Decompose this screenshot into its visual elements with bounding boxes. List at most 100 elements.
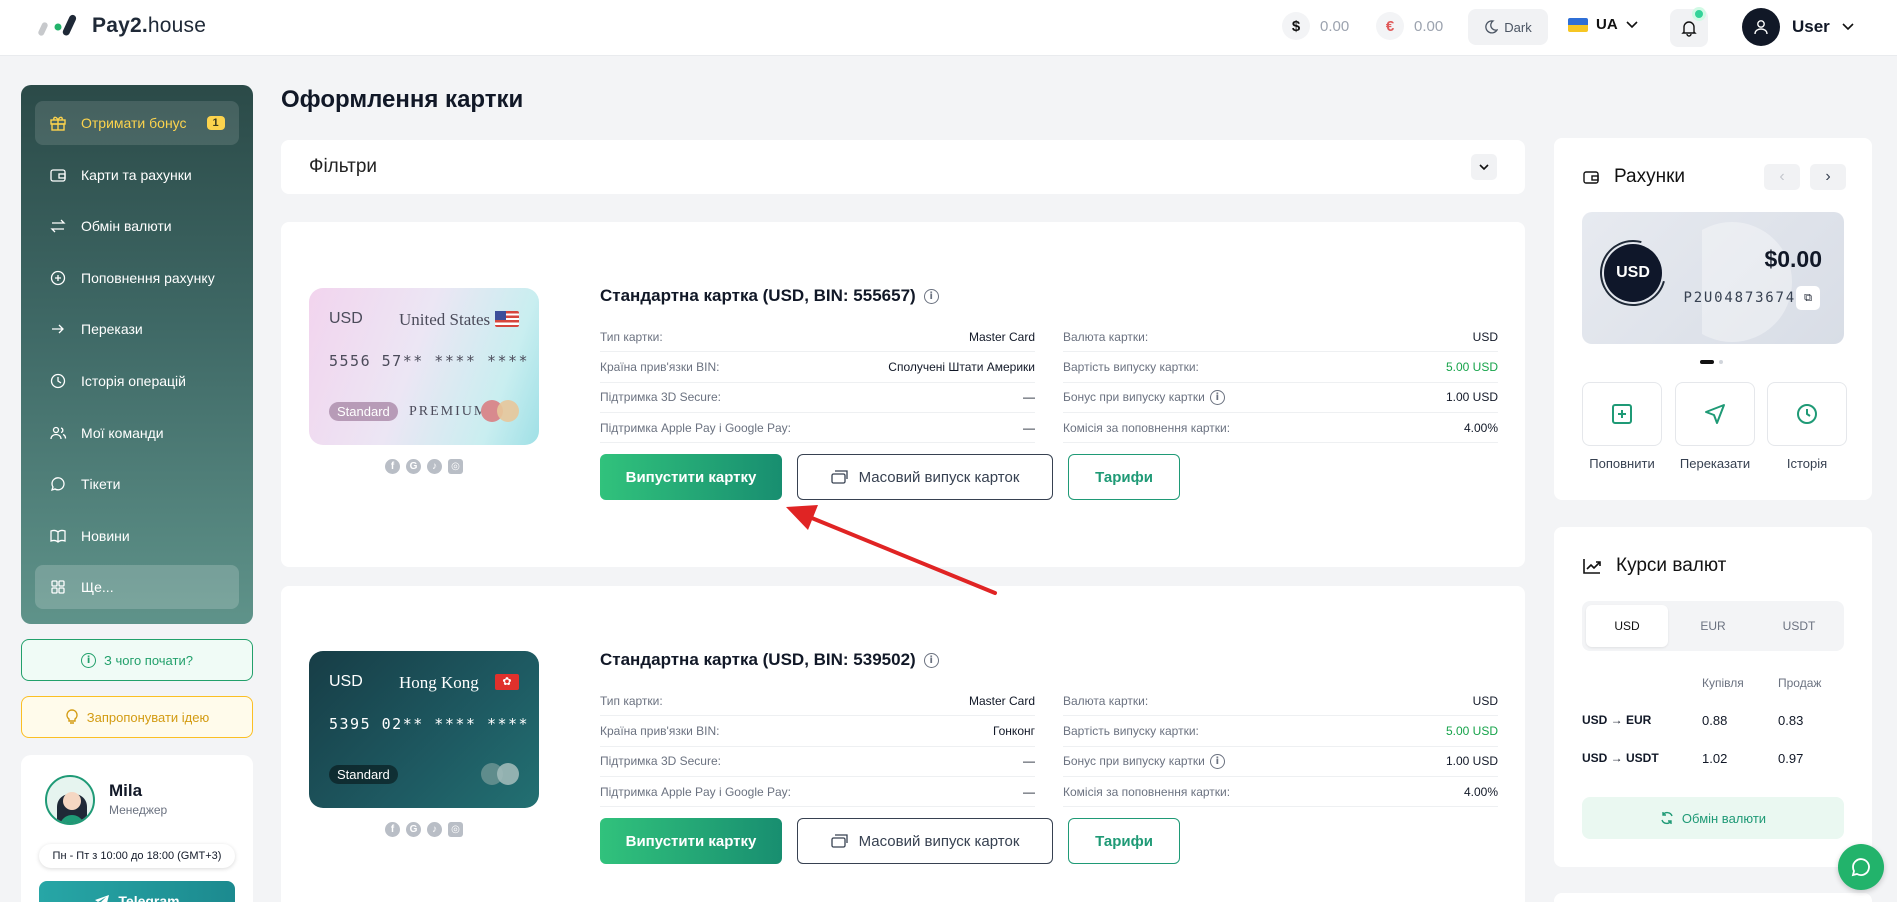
- language-selector[interactable]: UA: [1568, 16, 1638, 33]
- sidebar-item-transfers[interactable]: Перекази: [35, 307, 239, 351]
- transfer-action[interactable]: Переказати: [1675, 382, 1755, 471]
- telegram-button[interactable]: Telegram: [39, 881, 235, 902]
- sidebar-item-bonus[interactable]: Отримати бонус 1: [35, 101, 239, 145]
- filters-toggle[interactable]: [1471, 154, 1497, 180]
- carousel-dot-active[interactable]: [1700, 360, 1714, 364]
- dollar-icon: $: [1282, 12, 1310, 40]
- rate-sell: 0.83: [1778, 713, 1804, 728]
- detail-label: Підтримка Apple Pay і Google Pay:: [600, 420, 792, 435]
- chevron-down-icon: [1842, 23, 1854, 31]
- mass-issue-button[interactable]: Масовий випуск карток: [797, 818, 1053, 864]
- refresh-icon: [1661, 811, 1673, 825]
- account-currency: USD: [1604, 244, 1662, 302]
- tab-usdt[interactable]: USDT: [1758, 605, 1840, 647]
- issue-card-button[interactable]: Випустити картку: [600, 818, 782, 864]
- detail-value: —: [1023, 420, 1035, 435]
- user-menu[interactable]: User: [1742, 8, 1854, 46]
- sidebar-item-label: Новини: [81, 527, 130, 544]
- suggest-idea-button[interactable]: Запропонувати ідею: [21, 696, 253, 738]
- detail-label: Комісія за поповнення картки:: [1063, 784, 1231, 799]
- ukraine-flag-icon: [1568, 17, 1588, 32]
- suggest-idea-label: Запропонувати ідею: [86, 709, 210, 725]
- sidebar-item-history[interactable]: Історія операцій: [35, 359, 239, 403]
- bonus-count-badge: 1: [206, 116, 225, 130]
- accounts-panel: Рахунки ‹ › USD $0.00 P2U04873674 ⧉ Попо…: [1554, 138, 1872, 500]
- mass-issue-label: Масовий випуск карток: [858, 468, 1020, 486]
- detail-label-text: Бонус при випуску картки: [1063, 390, 1205, 405]
- getting-started-label: З чого почати?: [104, 652, 193, 668]
- notifications-button[interactable]: [1670, 7, 1708, 47]
- sidebar-item-teams[interactable]: Мої команди: [35, 411, 239, 455]
- filters-panel[interactable]: Фільтри: [281, 140, 1525, 194]
- card-title: Стандартна картка (USD, BIN: 539502) i: [600, 650, 939, 670]
- topup-action[interactable]: Поповнити: [1582, 382, 1662, 471]
- history-action[interactable]: Історія: [1767, 382, 1847, 471]
- info-icon[interactable]: i: [923, 652, 939, 668]
- dark-mode-toggle[interactable]: Dark: [1468, 9, 1548, 45]
- card-details-right: Валюта картки: USD Вартість випуску картк…: [1063, 322, 1498, 444]
- manager-card: Mila Менеджер Пн - Пт з 10:00 до 18:00 (…: [21, 755, 253, 902]
- detail-label: Бонус при випуску картки i: [1063, 389, 1225, 405]
- card-country: Hong Kong: [399, 673, 479, 692]
- tariffs-button[interactable]: Тарифи: [1068, 818, 1180, 864]
- sidebar-item-label: Ще...: [81, 579, 114, 596]
- trend-up-icon: [1583, 559, 1601, 574]
- sidebar-item-more[interactable]: Ще...: [35, 565, 239, 610]
- tariffs-label: Тарифи: [1095, 468, 1153, 486]
- card-number: 5556 57** **** ****: [329, 352, 530, 370]
- detail-value: Master Card: [968, 329, 1035, 344]
- rates-title: Курси валют: [1582, 555, 1726, 577]
- info-icon[interactable]: i: [1209, 389, 1225, 405]
- tab-eur[interactable]: EUR: [1672, 605, 1754, 647]
- supported-services: f G ♪ ◎: [309, 459, 539, 474]
- rates-currency-tabs: USD EUR USDT: [1582, 601, 1844, 651]
- swap-icon: [49, 217, 67, 235]
- usd-balance[interactable]: $ 0.00: [1282, 12, 1349, 40]
- card-details-left: Тип картки: Master Card Країна прив'язки …: [600, 322, 1035, 444]
- sidebar-item-news[interactable]: Новини: [35, 514, 239, 558]
- card-preview: USD Hong Kong ✿ 5395 02** **** **** Stan…: [309, 651, 539, 808]
- issue-card-button[interactable]: Випустити картку: [600, 454, 782, 500]
- eur-balance[interactable]: € 0.00: [1376, 12, 1443, 40]
- card-details: Тип картки: Master Card Країна прив'язки …: [600, 686, 1498, 808]
- mass-issue-label: Масовий випуск карток: [858, 832, 1020, 850]
- info-icon[interactable]: i: [1209, 753, 1225, 769]
- sidebar-item-label: Поповнення рахунку: [81, 269, 215, 286]
- chat-bubble-icon: [1851, 858, 1870, 877]
- carousel-dot[interactable]: [1719, 360, 1723, 364]
- card-actions: Випустити картку Масовий випуск карток Т…: [600, 454, 1180, 500]
- exchange-currency-button[interactable]: Обмін валюти: [1582, 797, 1844, 839]
- detail-label-text: Бонус при випуску картки: [1063, 754, 1205, 769]
- sidebar-item-label: Історія операцій: [81, 372, 186, 389]
- sidebar-item-exchange[interactable]: Обмін валюти: [35, 204, 239, 248]
- prev-account-button[interactable]: ‹: [1764, 164, 1800, 190]
- info-icon[interactable]: i: [923, 288, 939, 304]
- detail-row: Валюта картки: USD: [1063, 322, 1498, 353]
- sidebar-item-topup[interactable]: Поповнення рахунку: [35, 256, 239, 300]
- exchange-currency-label: Обмін валюти: [1681, 810, 1767, 826]
- clock-icon: [1767, 382, 1847, 446]
- sidebar-item-label: Карти та рахунки: [81, 166, 192, 183]
- logo[interactable]: Pay2.house: [38, 12, 206, 40]
- support-chat-button[interactable]: [1838, 844, 1884, 890]
- accounts-carousel-nav: ‹ ›: [1764, 164, 1846, 190]
- tab-usd[interactable]: USD: [1586, 605, 1668, 647]
- clock-icon: [49, 372, 67, 390]
- detail-value: 4.00%: [1463, 784, 1498, 799]
- detail-label: Вартість випуску картки:: [1063, 359, 1199, 374]
- topup-icon: [1582, 382, 1662, 446]
- rate-pair: USD → USDT: [1582, 751, 1659, 765]
- sidebar-item-cards[interactable]: Карти та рахунки: [35, 153, 239, 197]
- sidebar-item-tickets[interactable]: Тікети: [35, 462, 239, 506]
- buy-header: Купівля: [1702, 676, 1744, 690]
- card-actions: Випустити картку Масовий випуск карток Т…: [600, 818, 1180, 864]
- card-currency: USD: [329, 310, 363, 327]
- copy-icon[interactable]: ⧉: [1796, 286, 1820, 310]
- tariffs-button[interactable]: Тарифи: [1068, 454, 1180, 500]
- next-account-button[interactable]: ›: [1810, 164, 1846, 190]
- mass-issue-button[interactable]: Масовий випуск карток: [797, 454, 1053, 500]
- detail-value: 1.00 USD: [1445, 754, 1498, 769]
- account-card[interactable]: USD $0.00 P2U04873674 ⧉: [1582, 212, 1844, 344]
- detail-row: Вартість випуску картки: 5.00 USD: [1063, 716, 1498, 747]
- getting-started-button[interactable]: i З чого почати?: [21, 639, 253, 681]
